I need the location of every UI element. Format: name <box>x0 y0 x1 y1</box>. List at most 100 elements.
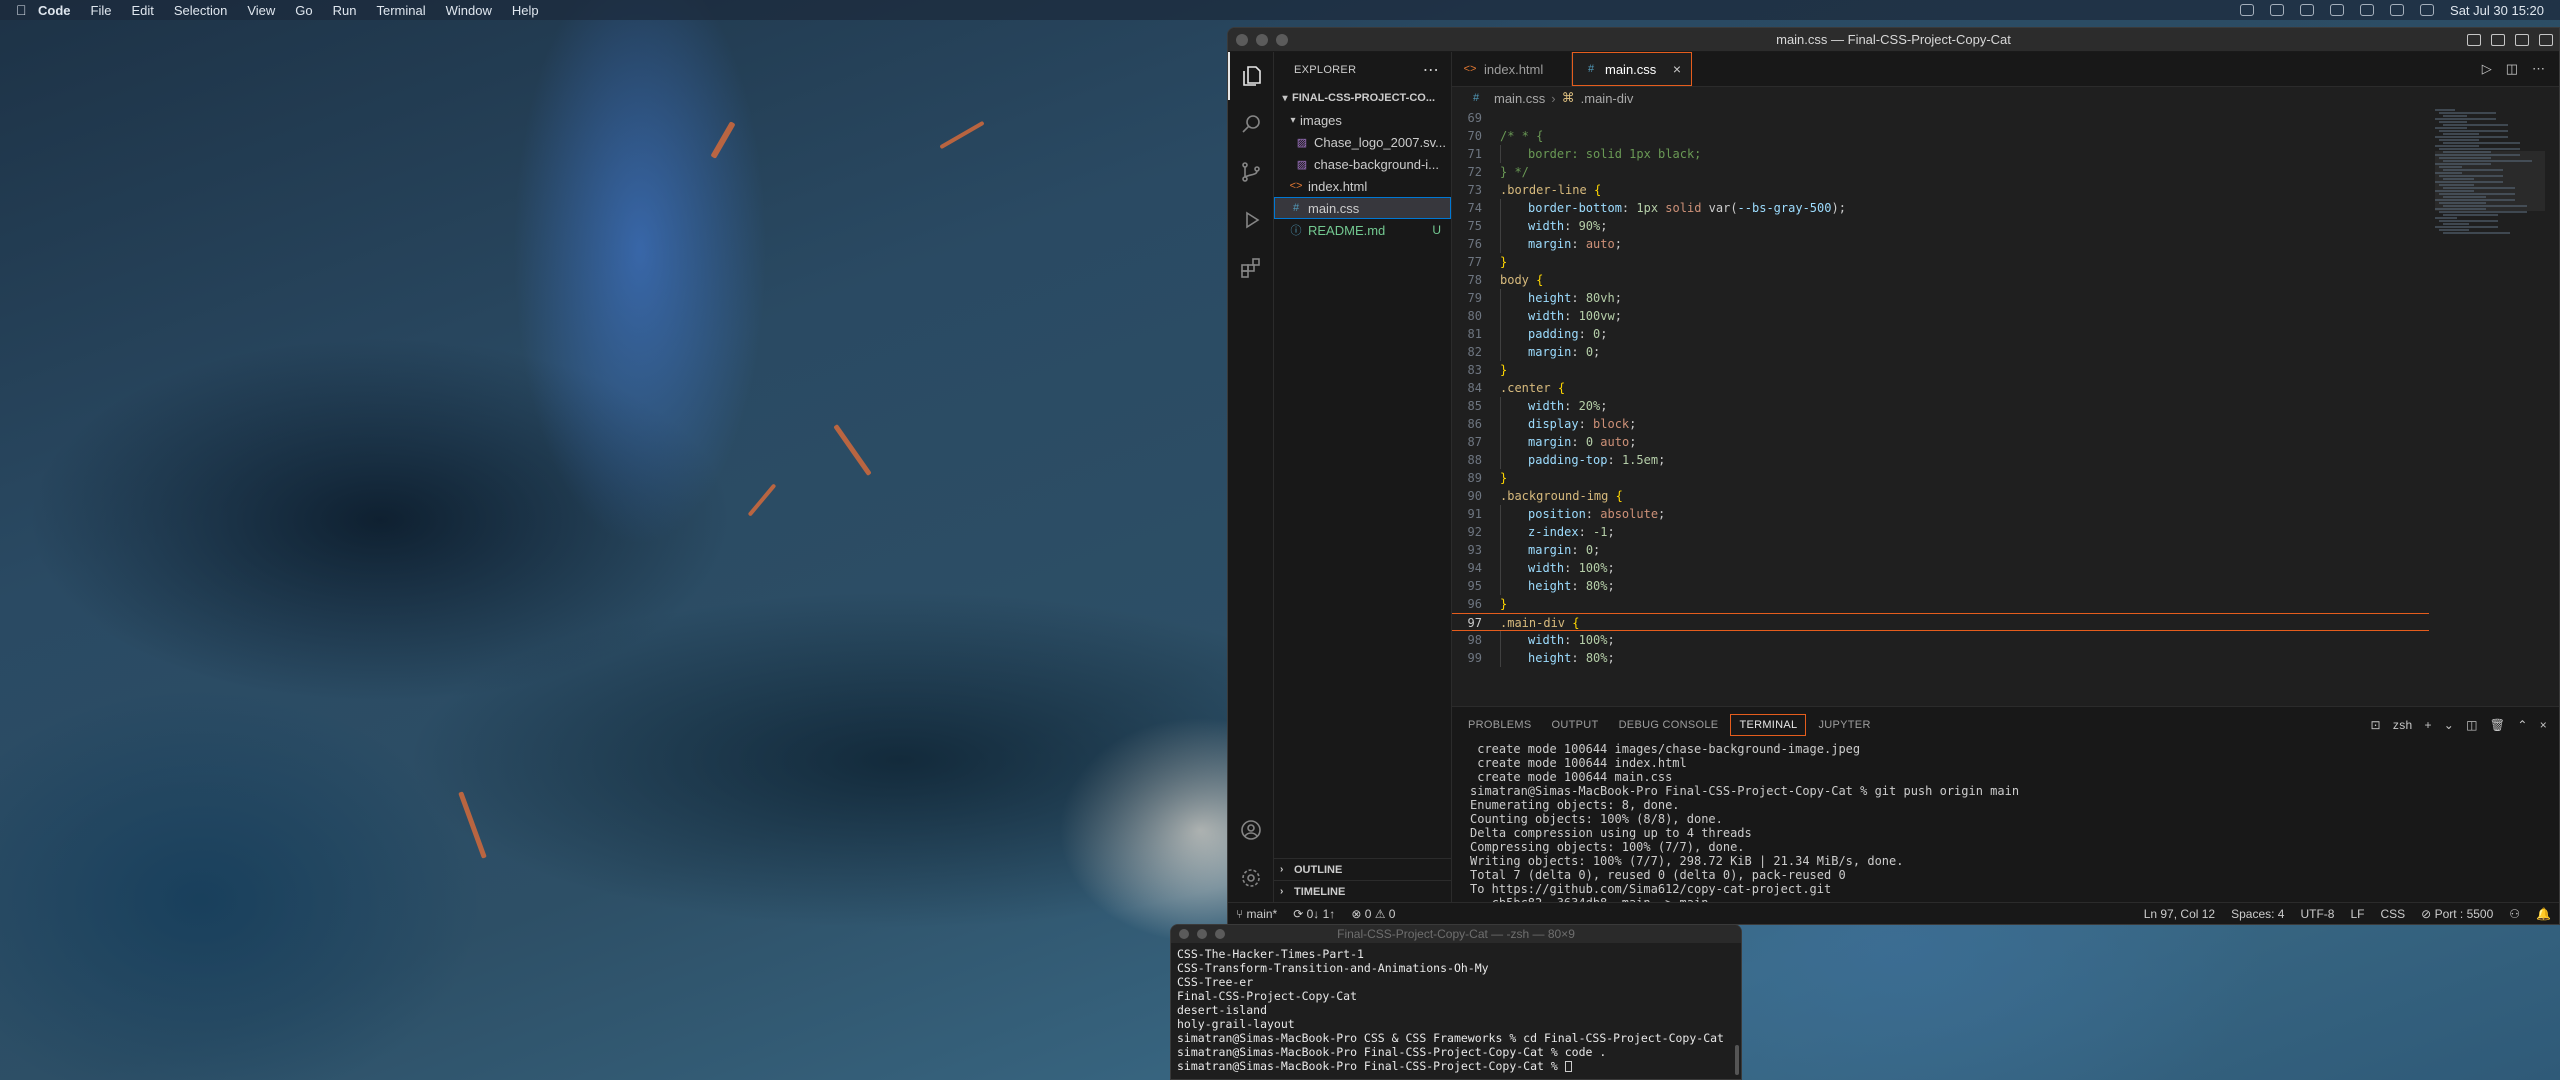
line-number[interactable]: 71 <box>1452 145 1500 163</box>
status-encoding[interactable]: UTF-8 <box>2292 907 2342 921</box>
menu-run[interactable]: Run <box>333 3 357 18</box>
menu-selection[interactable]: Selection <box>174 3 227 18</box>
line-number[interactable]: 93 <box>1452 541 1500 559</box>
minimap[interactable] <box>2435 109 2545 706</box>
new-terminal-icon[interactable]: + <box>2424 718 2431 732</box>
accounts-icon[interactable] <box>1228 806 1274 854</box>
code-line[interactable]: 71 border: solid 1px black; <box>1452 145 2429 163</box>
code-line[interactable]: 88 padding-top: 1.5em; <box>1452 451 2429 469</box>
explorer-icon[interactable] <box>1228 52 1274 100</box>
code-line[interactable]: 86 display: block; <box>1452 415 2429 433</box>
code-line[interactable]: 82 margin: 0; <box>1452 343 2429 361</box>
menu-terminal[interactable]: Terminal <box>377 3 426 18</box>
code-line[interactable]: 97 .main-div { <box>1452 613 2429 631</box>
line-number[interactable]: 94 <box>1452 559 1500 577</box>
line-number[interactable]: 74 <box>1452 199 1500 217</box>
timeline-section[interactable]: › TIMELINE <box>1274 880 1451 902</box>
close-window-button[interactable] <box>1236 33 1248 46</box>
menu-help[interactable]: Help <box>512 3 539 18</box>
line-number[interactable]: 77 <box>1452 253 1500 271</box>
folder-images[interactable]: ▾ images <box>1274 109 1451 131</box>
menu-go[interactable]: Go <box>295 3 312 18</box>
line-number[interactable]: 76 <box>1452 235 1500 253</box>
line-number[interactable]: 89 <box>1452 469 1500 487</box>
menu-clock[interactable]: Sat Jul 30 15:20 <box>2450 3 2544 18</box>
menu-edit[interactable]: Edit <box>131 3 153 18</box>
extensions-icon[interactable] <box>1228 244 1274 292</box>
minimize-window-button[interactable] <box>1256 33 1268 46</box>
code-line[interactable]: 93 margin: 0; <box>1452 541 2429 559</box>
close-tab-icon[interactable]: × <box>1661 61 1681 77</box>
code-line[interactable]: 73 .border-line { <box>1452 181 2429 199</box>
more-actions-icon[interactable]: ⋯ <box>2532 61 2545 77</box>
code-line[interactable]: 98 width: 100%; <box>1452 631 2429 649</box>
tab-terminal[interactable]: TERMINAL <box>1730 713 1807 736</box>
code-line[interactable]: 90 .background-img { <box>1452 487 2429 505</box>
file-chase-logo[interactable]: ▨ Chase_logo_2007.sv... <box>1274 131 1451 153</box>
split-terminal-icon[interactable]: ◫ <box>2466 718 2478 732</box>
code-line[interactable]: 99 height: 80%; <box>1452 649 2429 667</box>
split-editor-icon[interactable]: ◫ <box>2506 61 2518 77</box>
feedback-icon[interactable]: ⚇ <box>2501 907 2528 921</box>
code-line[interactable]: 80 width: 100vw; <box>1452 307 2429 325</box>
run-icon[interactable]: ▷ <box>2482 61 2492 77</box>
code-line[interactable]: 84 .center { <box>1452 379 2429 397</box>
line-number[interactable]: 72 <box>1452 163 1500 181</box>
status-cursor-position[interactable]: Ln 97, Col 12 <box>2136 907 2223 921</box>
line-number[interactable]: 79 <box>1452 289 1500 307</box>
chevron-down-icon[interactable]: ⌄ <box>2444 718 2454 732</box>
tab-debug-console[interactable]: DEBUG CONSOLE <box>1611 715 1727 735</box>
code-line[interactable]: 83} <box>1452 361 2429 379</box>
siri-icon[interactable] <box>2420 4 2435 16</box>
code-line[interactable]: 87 margin: 0 auto; <box>1452 433 2429 451</box>
code-line[interactable]: 77} <box>1452 253 2429 271</box>
code-editor[interactable]: 69 70/* * {71 border: solid 1px black; 72} … <box>1452 109 2429 706</box>
tab-jupyter[interactable]: JUPYTER <box>1810 715 1878 735</box>
maximize-panel-icon[interactable]: ⌃ <box>2517 718 2527 732</box>
tab-main-css[interactable]: # main.css × <box>1572 52 1692 86</box>
notifications-bell-icon[interactable]: 🔔 <box>2528 907 2559 921</box>
code-line[interactable]: 74 border-bottom: 1px solid var(--bs-gray… <box>1452 199 2429 217</box>
menu-window[interactable]: Window <box>446 3 492 18</box>
breadcrumb-symbol[interactable]: .main-div <box>1581 91 1634 106</box>
cloud-icon[interactable] <box>2240 4 2255 16</box>
code-line[interactable]: 94 width: 100%; <box>1452 559 2429 577</box>
code-line[interactable]: 79 height: 80vh; <box>1452 289 2429 307</box>
trash-icon[interactable]: 🗑 <box>2490 718 2506 732</box>
line-number[interactable]: 91 <box>1452 505 1500 523</box>
apple-icon[interactable]:  <box>16 2 38 18</box>
customize-layout-icon[interactable] <box>2539 33 2553 46</box>
line-number[interactable]: 99 <box>1452 649 1500 667</box>
outline-section[interactable]: › OUTLINE <box>1274 858 1451 880</box>
line-number[interactable]: 90 <box>1452 487 1500 505</box>
headphones-icon[interactable] <box>2270 4 2285 16</box>
workspace-root[interactable]: ▾ FINAL-CSS-PROJECT-CO... <box>1274 87 1451 109</box>
breadcrumb-file[interactable]: main.css <box>1494 91 1545 106</box>
more-actions-icon[interactable]: ⋯ <box>1423 60 1439 80</box>
play-icon[interactable] <box>2300 4 2315 16</box>
code-line[interactable]: 69 <box>1452 109 2429 127</box>
file-readme[interactable]: ⓘ README.md U <box>1274 219 1451 241</box>
wifi-icon[interactable] <box>2330 4 2345 16</box>
line-number[interactable]: 73 <box>1452 181 1500 199</box>
code-line[interactable]: 76 margin: auto; <box>1452 235 2429 253</box>
code-line[interactable]: 81 padding: 0; <box>1452 325 2429 343</box>
line-number[interactable]: 84 <box>1452 379 1500 397</box>
close-panel-icon[interactable]: × <box>2540 718 2547 732</box>
line-number[interactable]: 92 <box>1452 523 1500 541</box>
line-number[interactable]: 96 <box>1452 595 1500 613</box>
line-number[interactable]: 87 <box>1452 433 1500 451</box>
line-number[interactable]: 80 <box>1452 307 1500 325</box>
terminal-output[interactable]: create mode 100644 images/chase-backgrou… <box>1452 742 2559 924</box>
menu-app-name[interactable]: Code <box>38 3 71 18</box>
terminal-app-output[interactable]: CSS-The-Hacker-Times-Part-1 CSS-Transform… <box>1171 943 1741 1077</box>
toggle-primary-sidebar-icon[interactable] <box>2467 33 2481 46</box>
line-number[interactable]: 81 <box>1452 325 1500 343</box>
code-line[interactable]: 96} <box>1452 595 2429 613</box>
status-live-server[interactable]: ⊘ Port : 5500 <box>2413 907 2501 921</box>
line-number[interactable]: 88 <box>1452 451 1500 469</box>
line-number[interactable]: 75 <box>1452 217 1500 235</box>
code-line[interactable]: 91 position: absolute; <box>1452 505 2429 523</box>
code-line[interactable]: 92 z-index: -1; <box>1452 523 2429 541</box>
line-number[interactable]: 85 <box>1452 397 1500 415</box>
